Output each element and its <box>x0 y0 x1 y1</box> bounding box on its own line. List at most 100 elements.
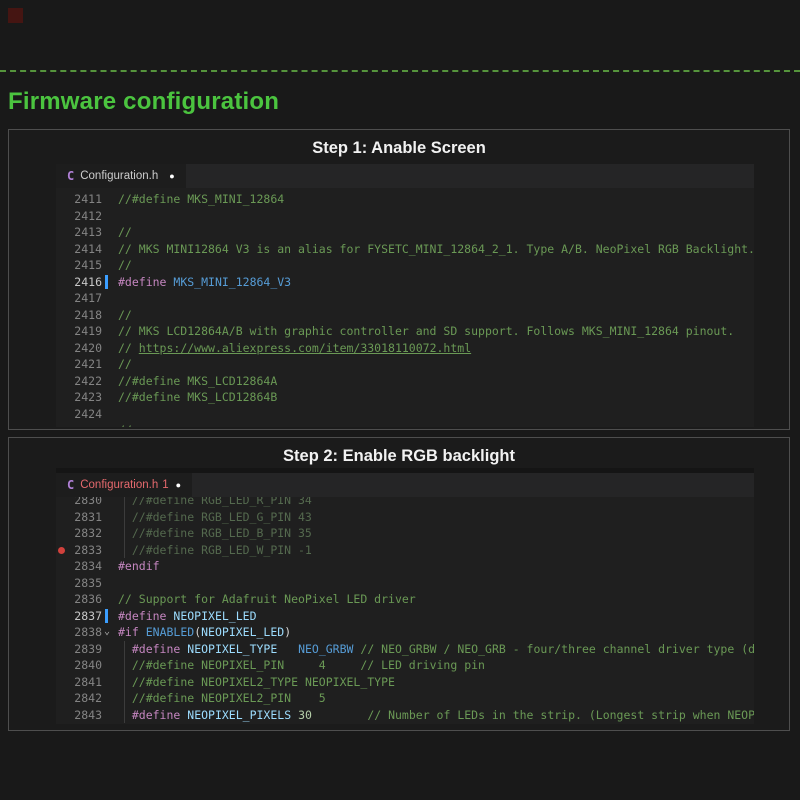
gutter-fold-column <box>102 257 118 274</box>
code-token: // <box>118 308 132 322</box>
code-line: 2841 //#define NEOPIXEL2_TYPE NEOPIXEL_T… <box>56 674 754 691</box>
url-link[interactable]: https://www.aliexpress.com/item/33018110… <box>139 341 471 355</box>
gutter-marker-column[interactable] <box>56 323 68 340</box>
code-text: //#define RGB_LED_G_PIN 43 <box>118 509 754 526</box>
gutter-marker-column[interactable] <box>56 406 68 423</box>
line-number: 2840 <box>68 657 102 674</box>
line-number: 2834 <box>68 558 102 575</box>
code-text <box>118 575 754 592</box>
line-number: 2424 <box>68 406 102 423</box>
decorative-red-square <box>8 8 23 23</box>
tab-configuration-h[interactable]: C Configuration.h ● <box>56 164 186 188</box>
code-token: // <box>118 225 132 239</box>
code-text: //#define MKS_LCD12864A <box>118 373 754 390</box>
gutter-marker-column[interactable] <box>56 674 68 691</box>
code-token: NEO_GRBW <box>298 642 353 656</box>
code-token: ) <box>284 625 291 639</box>
code-text: //#define NEOPIXEL2_TYPE NEOPIXEL_TYPE <box>118 674 754 691</box>
gutter-marker-column[interactable] <box>56 707 68 724</box>
line-number: 2418 <box>68 307 102 324</box>
code-line: 2834 #endif <box>56 558 754 575</box>
gutter-marker-column[interactable] <box>56 208 68 225</box>
gutter-marker-column[interactable] <box>56 290 68 307</box>
line-number: 2833 <box>68 542 102 559</box>
error-marker-dot <box>58 547 65 554</box>
code-editor[interactable]: 2411//#define MKS_MINI_1286424122413//24… <box>56 188 754 427</box>
gutter-fold-column <box>102 657 118 674</box>
gutter-marker-column[interactable] <box>56 307 68 324</box>
code-line: 2833 //#define RGB_LED_W_PIN -1 <box>56 542 754 559</box>
line-number: 2841 <box>68 674 102 691</box>
gutter-fold-column <box>102 674 118 691</box>
code-text: #endif <box>118 558 754 575</box>
gutter-marker-column[interactable] <box>56 591 68 608</box>
gutter-fold-column <box>102 497 118 509</box>
tab-problem-badge: 1 <box>162 479 168 491</box>
code-line: 2832 //#define RGB_LED_B_PIN 35 <box>56 525 754 542</box>
code-line: 2411//#define MKS_MINI_12864 <box>56 191 754 208</box>
gutter-marker-column[interactable] <box>56 389 68 406</box>
gutter-marker-column[interactable] <box>56 191 68 208</box>
text-cursor <box>105 609 108 623</box>
line-number <box>68 422 102 427</box>
line-number: 2830 <box>68 497 102 509</box>
gutter-marker-column[interactable] <box>56 558 68 575</box>
unsaved-dot-icon[interactable]: ● <box>176 480 181 490</box>
gutter-marker-column[interactable] <box>56 257 68 274</box>
code-text: // <box>118 224 754 241</box>
code-token: // Number of LEDs in the strip. (Longest… <box>367 708 754 722</box>
fold-chevron-icon[interactable]: ⌄ <box>104 624 110 641</box>
code-text: //#define NEOPIXEL_PIN 4 // LED driving … <box>118 657 754 674</box>
code-token: //#define NEOPIXEL2_PIN 5 <box>132 691 326 705</box>
code-token: //#define MKS_LCD12864B <box>118 390 277 404</box>
gutter-marker-column[interactable] <box>56 525 68 542</box>
code-text: //#define RGB_LED_W_PIN -1 <box>118 542 754 559</box>
gutter-marker-column[interactable] <box>56 575 68 592</box>
unsaved-dot-icon[interactable]: ● <box>169 171 174 181</box>
code-text: // MKS LCD12864A/B with graphic controll… <box>118 323 754 340</box>
tab-configuration-h[interactable]: C Configuration.h 1 ● <box>56 473 192 497</box>
gutter-fold-column <box>102 356 118 373</box>
gutter-marker-column[interactable] <box>56 690 68 707</box>
gutter-marker-column[interactable] <box>56 422 68 427</box>
gutter-marker-column[interactable] <box>56 497 68 509</box>
gutter-fold-column <box>102 241 118 258</box>
indent-guide <box>124 525 125 542</box>
code-token: 30 <box>298 708 312 722</box>
gutter-marker-column[interactable] <box>56 356 68 373</box>
code-line: 2842 //#define NEOPIXEL2_PIN 5 <box>56 690 754 707</box>
gutter-fold-column <box>102 558 118 575</box>
line-number: 2839 <box>68 641 102 658</box>
gutter-marker-column[interactable] <box>56 373 68 390</box>
indent-guide <box>124 542 125 559</box>
code-text: // MKS MINI12864 V3 is an alias for FYSE… <box>118 241 754 258</box>
gutter-marker-column[interactable] <box>56 641 68 658</box>
code-line: 2412 <box>56 208 754 225</box>
line-number: 2416 <box>68 274 102 291</box>
gutter-fold-column <box>102 690 118 707</box>
code-token <box>139 625 146 639</box>
code-text: #define NEOPIXEL_PIXELS 30 // Number of … <box>118 707 754 724</box>
code-line: 2420// https://www.aliexpress.com/item/3… <box>56 340 754 357</box>
gutter-marker-column[interactable] <box>56 657 68 674</box>
code-token: NEOPIXEL_PIXELS <box>187 708 291 722</box>
gutter-marker-column[interactable] <box>56 241 68 258</box>
code-editor[interactable]: 2830 //#define RGB_LED_R_PIN 342831 //#d… <box>56 497 754 724</box>
gutter-fold-column: ⌄ <box>102 624 118 641</box>
gutter-marker-column[interactable] <box>56 274 68 291</box>
code-text: // <box>118 422 754 427</box>
code-text: // <box>118 257 754 274</box>
c-language-icon: C <box>67 478 74 492</box>
tab-bar: C Configuration.h ● <box>56 164 754 188</box>
code-text: //#define MKS_MINI_12864 <box>118 191 754 208</box>
line-number: 2417 <box>68 290 102 307</box>
gutter-fold-column <box>102 389 118 406</box>
gutter-marker-column[interactable] <box>56 340 68 357</box>
gutter-marker-column[interactable] <box>56 224 68 241</box>
code-text <box>118 208 754 225</box>
gutter-marker-column[interactable] <box>56 542 68 559</box>
gutter-marker-column[interactable] <box>56 624 68 641</box>
gutter-marker-column[interactable] <box>56 509 68 526</box>
line-number: 2838 <box>68 624 102 641</box>
gutter-marker-column[interactable] <box>56 608 68 625</box>
